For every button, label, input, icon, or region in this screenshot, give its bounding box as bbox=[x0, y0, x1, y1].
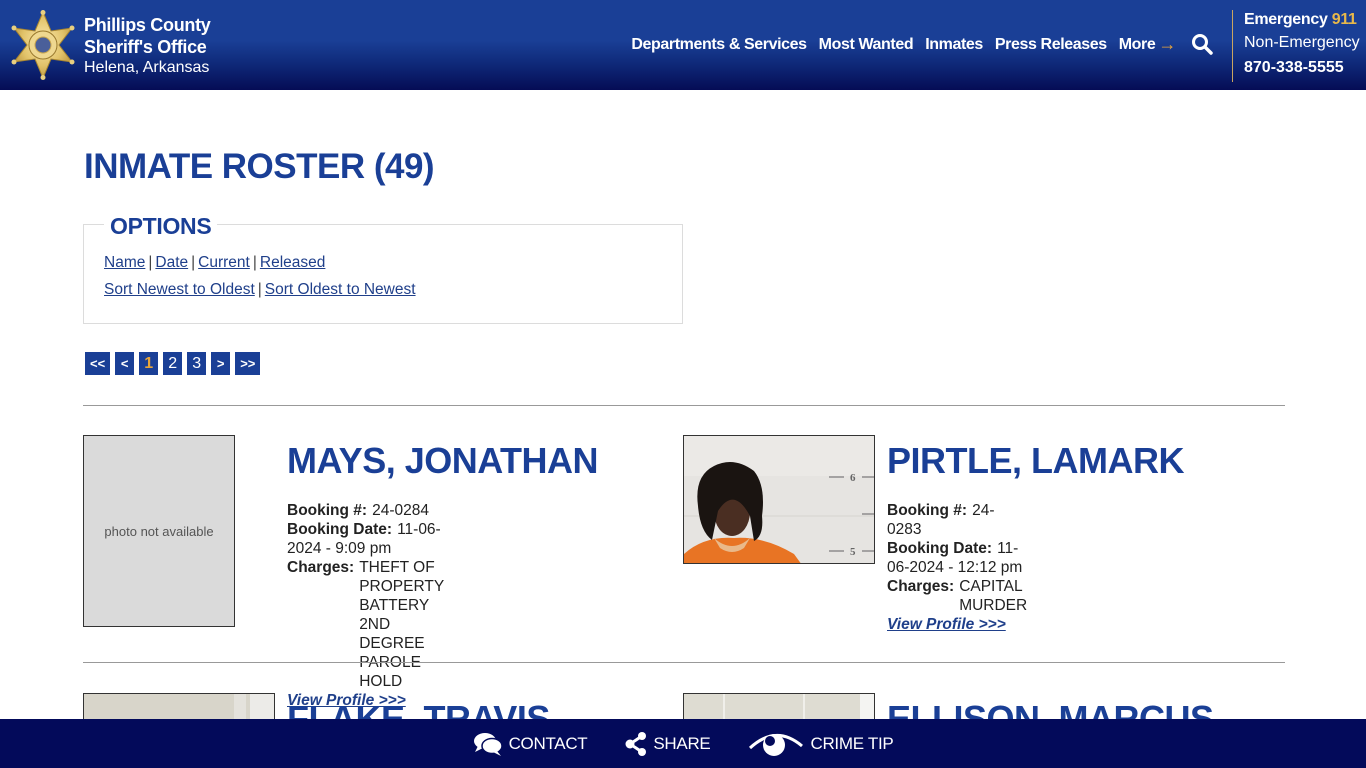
nav-departments-services[interactable]: Departments & Services bbox=[631, 36, 807, 54]
booking-number-label: Booking #: bbox=[287, 502, 368, 519]
sort-links: Sort Newest to Oldest | Sort Oldest to New… bbox=[104, 281, 416, 299]
page-title: INMATE ROSTER (49) bbox=[84, 147, 435, 186]
mugshot-image: 6 5 bbox=[684, 436, 874, 563]
chat-bubbles-icon bbox=[473, 732, 503, 756]
booking-number-label: Booking #: bbox=[887, 502, 968, 519]
charge-item: BATTERY 2ND DEGREE bbox=[359, 597, 429, 652]
booking-number-value: 24-0284 bbox=[372, 502, 429, 519]
filter-current-link[interactable]: Current bbox=[198, 254, 250, 271]
charge-item: THEFT OF PROPERTY bbox=[359, 559, 445, 595]
inmate-details: Booking #: 24-0283 Booking Date: 11-06-202… bbox=[887, 501, 1027, 634]
org-name-line2: Sheriff's Office bbox=[84, 37, 207, 57]
filter-date-link[interactable]: Date bbox=[155, 254, 188, 271]
options-panel: OPTIONS Name | Date | Current | Released Sort … bbox=[83, 213, 683, 324]
divider bbox=[83, 662, 1285, 663]
pagination: << < 1 2 3 > >> bbox=[85, 352, 261, 375]
photo-not-available-text: photo not available bbox=[104, 523, 214, 539]
org-location: Helena, Arkansas bbox=[84, 59, 210, 76]
separator: | bbox=[252, 254, 257, 271]
nav-press-releases[interactable]: Press Releases bbox=[995, 36, 1107, 54]
emergency-contacts: Emergency 911 Non-Emergency 870-338-5555 bbox=[1232, 10, 1360, 82]
inmate-details: Booking #: 24-0284 Booking Date: 11-06-202… bbox=[287, 501, 444, 710]
emergency-number: 911 bbox=[1331, 11, 1357, 28]
brand[interactable]: Phillips County Sheriff's Office Helena,… bbox=[84, 14, 211, 78]
page-first-button[interactable]: << bbox=[85, 352, 111, 375]
share-button[interactable]: SHARE bbox=[625, 731, 711, 756]
eye-icon bbox=[749, 733, 804, 756]
share-label: SHARE bbox=[653, 733, 711, 753]
org-name-line1: Phillips County bbox=[84, 15, 211, 35]
options-legend: OPTIONS bbox=[104, 213, 218, 240]
page-last-button[interactable]: >> bbox=[235, 352, 261, 375]
contact-label: CONTACT bbox=[508, 733, 588, 753]
filter-released-link[interactable]: Released bbox=[260, 254, 326, 271]
separator: | bbox=[148, 254, 153, 271]
booking-date-label: Booking Date: bbox=[287, 521, 393, 538]
nav-more[interactable]: More → bbox=[1118, 34, 1177, 55]
inmate-photo[interactable]: 6 5 bbox=[683, 435, 875, 564]
page-next-button[interactable]: > bbox=[211, 352, 231, 375]
inmate-name[interactable]: PIRTLE, LAMARK bbox=[887, 440, 1184, 482]
contact-button[interactable]: CONTACT bbox=[473, 731, 588, 757]
arrow-right-icon: → bbox=[1158, 34, 1176, 54]
non-emergency-label: Non-Emergency bbox=[1244, 34, 1360, 51]
svg-text:5: 5 bbox=[850, 546, 856, 558]
search-icon[interactable] bbox=[1190, 32, 1214, 56]
nav-inmates[interactable]: Inmates bbox=[925, 36, 983, 54]
booking-number-row: Booking #: 24-0284 bbox=[287, 501, 444, 520]
view-profile-link[interactable]: View Profile >>> bbox=[887, 616, 1006, 633]
emergency-label: Emergency bbox=[1244, 11, 1328, 28]
charges-list: CAPITAL MURDER bbox=[959, 577, 1027, 615]
sort-oldest-link[interactable]: Sort Oldest to Newest bbox=[265, 281, 416, 298]
separator: | bbox=[191, 254, 196, 271]
page-3-button[interactable]: 3 bbox=[187, 352, 207, 375]
nav-most-wanted[interactable]: Most Wanted bbox=[819, 36, 914, 54]
crime-tip-button[interactable]: CRIME TIP bbox=[748, 730, 894, 758]
sticky-footer-bar: CONTACT SHARE CRIME TIP bbox=[0, 719, 1366, 768]
page-1-button[interactable]: 1 bbox=[139, 352, 159, 375]
charges-label: Charges: bbox=[887, 578, 955, 595]
emergency-line[interactable]: Emergency 911 bbox=[1244, 10, 1360, 30]
booking-date-row: Booking Date: 11-06-2024 - 12:12 pm bbox=[887, 539, 1027, 577]
site-header: Phillips County Sheriff's Office Helena,… bbox=[0, 0, 1366, 90]
booking-date-label: Booking Date: bbox=[887, 540, 993, 557]
separator: | bbox=[257, 281, 262, 298]
sheriff-star-badge-icon[interactable] bbox=[10, 10, 76, 80]
charge-item: CAPITAL MURDER bbox=[959, 578, 1028, 614]
non-emergency-number[interactable]: 870-338-5555 bbox=[1244, 56, 1360, 80]
main-nav: Departments & Services Most Wanted Inmat… bbox=[631, 34, 1176, 55]
page-prev-button[interactable]: < bbox=[115, 352, 135, 375]
svg-text:6: 6 bbox=[850, 472, 856, 484]
sort-newest-link[interactable]: Sort Newest to Oldest bbox=[104, 281, 255, 298]
nav-more-label: More bbox=[1118, 35, 1156, 53]
inmate-name[interactable]: MAYS, JONATHAN bbox=[287, 440, 599, 482]
filter-links: Name | Date | Current | Released bbox=[104, 254, 325, 272]
divider bbox=[83, 405, 1285, 406]
booking-number-row: Booking #: 24-0283 bbox=[887, 501, 1027, 539]
page-2-button[interactable]: 2 bbox=[163, 352, 183, 375]
share-icon bbox=[625, 731, 647, 756]
charges-row: Charges: THEFT OF PROPERTY BATTERY 2ND D… bbox=[287, 558, 444, 691]
booking-date-row: Booking Date: 11-06-2024 - 9:09 pm bbox=[287, 520, 444, 558]
charges-label: Charges: bbox=[287, 559, 355, 576]
filter-name-link[interactable]: Name bbox=[104, 254, 145, 271]
charge-item: PAROLE HOLD bbox=[359, 654, 421, 690]
charges-list: THEFT OF PROPERTY BATTERY 2ND DEGREE PAR… bbox=[359, 558, 444, 691]
charges-row: Charges: CAPITAL MURDER bbox=[887, 577, 1027, 615]
inmate-photo-placeholder[interactable]: photo not available bbox=[83, 435, 235, 627]
crime-tip-label: CRIME TIP bbox=[810, 733, 894, 753]
